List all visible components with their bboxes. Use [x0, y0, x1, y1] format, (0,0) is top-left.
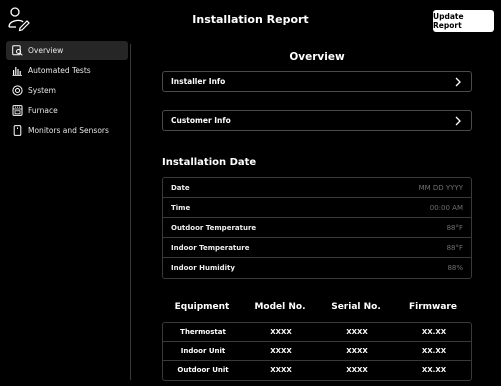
model-no-value: XXXX: [270, 366, 292, 374]
sidebar-item-label: System: [28, 86, 56, 95]
overview-icon: [12, 45, 23, 56]
serial-no-value: XXXX: [346, 366, 368, 374]
firmware-value: XX.XX: [421, 347, 447, 355]
table-row: Indoor Unit XXXX XXXX XX.XX: [163, 342, 471, 361]
customer-info-label: Customer Info: [171, 116, 231, 125]
column-header-serial-no: Serial No.: [331, 302, 381, 312]
column-header-firmware: Firmware: [409, 302, 457, 312]
equipment-name: Outdoor Unit: [177, 366, 229, 374]
sensor-icon: [12, 125, 23, 136]
column-header-equipment: Equipment: [174, 302, 230, 312]
installation-date-table: Date MM DD YYYY Time 00:00 AM Outdoor Te…: [162, 177, 472, 279]
section-title-overview: Overview: [289, 51, 345, 63]
table-row: Thermostat XXXX XXXX XX.XX: [163, 323, 471, 342]
equipment-name: Indoor Unit: [180, 347, 226, 355]
bar-chart-icon: [12, 65, 23, 76]
sidebar-item-label: Overview: [28, 46, 64, 55]
update-report-button[interactable]: Update Report: [433, 10, 494, 32]
outdoor-temperature-value[interactable]: 88°F: [447, 224, 463, 232]
column-header-model-no: Model No.: [254, 302, 306, 312]
page-title: Installation Report: [192, 13, 309, 26]
time-value[interactable]: 00:00 AM: [430, 204, 463, 212]
equipment-name: Thermostat: [180, 328, 226, 336]
sidebar: Overview Automated Tests System Furnace …: [6, 41, 128, 141]
installer-info-label: Installer Info: [171, 77, 226, 86]
row-label-outdoor-temperature: Outdoor Temperature: [171, 223, 257, 232]
model-no-value: XXXX: [270, 347, 292, 355]
table-row: Time 00:00 AM: [163, 198, 471, 218]
system-icon: [12, 85, 23, 96]
equipment-table: Thermostat XXXX XXXX XX.XX Indoor Unit X…: [162, 322, 472, 381]
sidebar-item-overview[interactable]: Overview: [6, 41, 128, 60]
firmware-value: XX.XX: [421, 328, 447, 336]
table-row: Indoor Humidity 88%: [163, 258, 471, 278]
sidebar-item-furnace[interactable]: Furnace: [6, 101, 128, 120]
app-window: Installation Report Update Report Overvi…: [0, 0, 501, 386]
row-label-indoor-temperature: Indoor Temperature: [171, 243, 250, 252]
table-row: Outdoor Unit XXXX XXXX XX.XX: [163, 361, 471, 380]
model-no-value: XXXX: [270, 328, 292, 336]
firmware-value: XX.XX: [421, 366, 447, 374]
row-label-indoor-humidity: Indoor Humidity: [171, 264, 235, 272]
table-row: Date MM DD YYYY: [163, 178, 471, 198]
chevron-right-icon: [455, 116, 461, 126]
row-label-time: Time: [171, 203, 191, 212]
top-bar: Installation Report Update Report: [0, 0, 501, 38]
chevron-right-icon: [455, 77, 461, 87]
indoor-humidity-value[interactable]: 88%: [447, 264, 463, 272]
table-row: Indoor Temperature 88°F: [163, 238, 471, 258]
date-value[interactable]: MM DD YYYY: [419, 184, 463, 192]
furnace-icon: [12, 105, 23, 116]
installer-info-row[interactable]: Installer Info: [162, 71, 472, 92]
sidebar-item-label: Automated Tests: [28, 66, 91, 75]
table-row: Outdoor Temperature 88°F: [163, 218, 471, 238]
sidebar-item-label: Furnace: [28, 106, 58, 115]
indoor-temperature-value[interactable]: 88°F: [447, 244, 463, 252]
equipment-table-header: Equipment Model No. Serial No. Firmware: [162, 302, 472, 316]
sidebar-divider: [130, 44, 131, 380]
sidebar-item-automated-tests[interactable]: Automated Tests: [6, 61, 128, 80]
customer-info-row[interactable]: Customer Info: [162, 110, 472, 131]
installation-date-title: Installation Date: [162, 157, 257, 168]
serial-no-value: XXXX: [346, 347, 368, 355]
row-label-date: Date: [171, 183, 190, 192]
sidebar-item-monitors-and-sensors[interactable]: Monitors and Sensors: [6, 121, 128, 140]
sidebar-item-label: Monitors and Sensors: [28, 126, 109, 135]
serial-no-value: XXXX: [346, 328, 368, 336]
sidebar-item-system[interactable]: System: [6, 81, 128, 100]
